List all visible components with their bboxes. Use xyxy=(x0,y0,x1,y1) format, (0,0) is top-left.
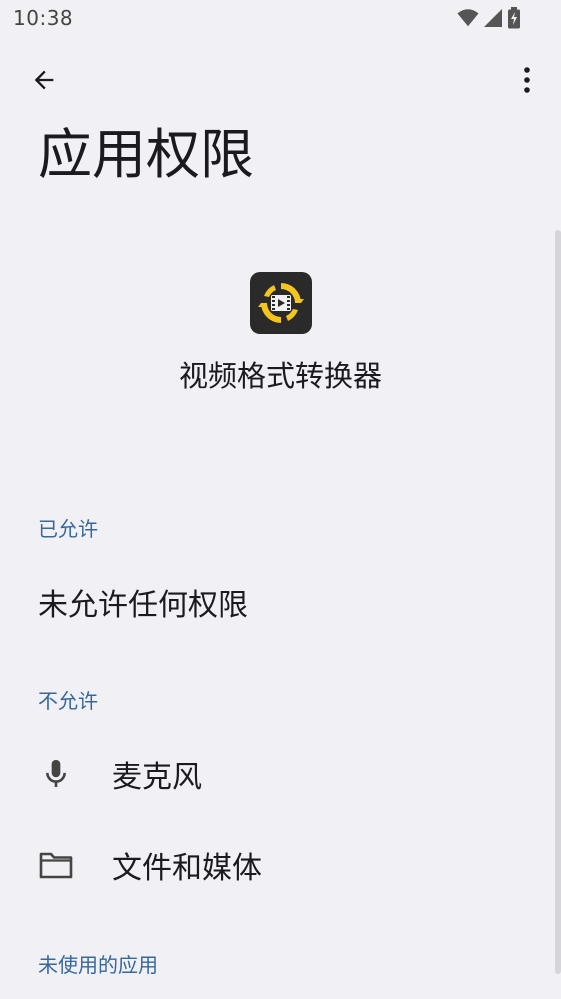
app-name: 视频格式转换器 xyxy=(178,359,382,393)
more-vert-icon xyxy=(523,66,531,98)
status-icons xyxy=(457,7,521,29)
permission-item-microphone[interactable]: 麦克风 xyxy=(0,734,555,814)
signal-icon xyxy=(483,8,503,28)
section-header-unused-apps: 未使用的应用 xyxy=(38,953,158,977)
permission-label: 麦克风 xyxy=(112,760,202,795)
status-time: 10:38 xyxy=(13,6,74,30)
microphone-icon xyxy=(36,757,76,791)
video-converter-app-icon xyxy=(249,272,312,334)
wifi-icon xyxy=(457,8,479,28)
page-title: 应用权限 xyxy=(38,123,254,186)
status-bar: 10:38 xyxy=(0,0,561,38)
arrow-back-icon xyxy=(30,66,58,98)
list-item-no-permissions: 未允许任何权限 xyxy=(0,562,555,642)
more-options-button[interactable] xyxy=(507,58,547,106)
no-permissions-label: 未允许任何权限 xyxy=(38,588,248,623)
section-header-denied: 不允许 xyxy=(38,689,98,713)
app-header: 视频格式转换器 xyxy=(0,272,561,396)
battery-charging-icon xyxy=(507,7,521,29)
permission-item-files-media[interactable]: 文件和媒体 xyxy=(0,825,555,905)
back-button[interactable] xyxy=(20,58,68,106)
permission-label: 文件和媒体 xyxy=(112,851,262,886)
folder-icon xyxy=(36,851,76,879)
toolbar xyxy=(0,52,561,112)
section-header-allowed: 已允许 xyxy=(38,517,98,541)
